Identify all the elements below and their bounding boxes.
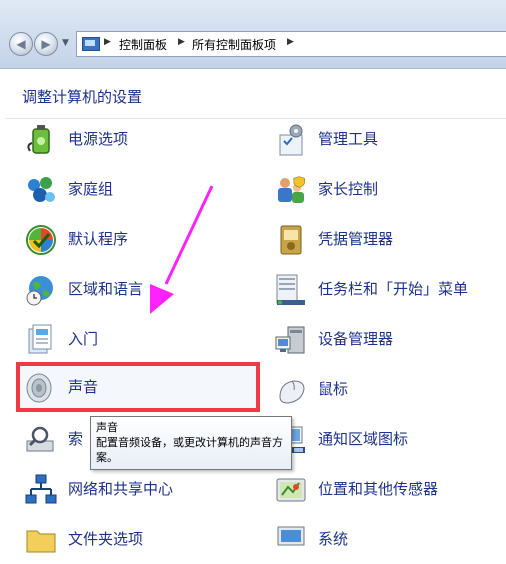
sound-tooltip: 声音 配置音频设备，或更改计算机的声音方案。 — [90, 416, 292, 470]
tooltip-body: 配置音频设备，或更改计算机的声音方案。 — [96, 436, 283, 464]
item-label: 管理工具 — [318, 130, 379, 148]
item-label: 电源选项 — [68, 130, 129, 148]
arrow-head — [150, 284, 174, 314]
default-programs-icon — [26, 225, 56, 255]
parental-controls-icon — [278, 176, 305, 203]
breadcrumb-control-panel[interactable]: 控制面板 — [119, 36, 167, 53]
location-sensors-icon — [276, 478, 306, 502]
taskbar-icon — [276, 274, 305, 305]
item-label: 凭据管理器 — [318, 230, 394, 248]
device-manager-icon — [275, 326, 305, 354]
network-icon — [25, 474, 57, 504]
item-label: 家长控制 — [318, 180, 379, 198]
item-label: 任务栏和「开始」菜单 — [318, 280, 469, 298]
address-toolbar: ◀ ▶ ▼ ▶ 控制面板 ▶ 所有控制面板项 ▶ — [0, 0, 506, 69]
item-label: 索 — [68, 430, 84, 448]
recent-pages-dropdown-icon[interactable]: ▼ — [62, 38, 69, 48]
item-label: 网络和共享中心 — [68, 480, 174, 498]
item-label: 鼠标 — [318, 380, 349, 398]
tooltip-title: 声音 — [96, 421, 118, 434]
admin-tools-icon — [279, 124, 303, 156]
item-label: 设备管理器 — [318, 330, 394, 348]
credential-manager-icon — [280, 225, 302, 255]
item-label: 家庭组 — [68, 180, 114, 198]
item-label: 声音 — [68, 378, 99, 396]
item-label: 系统 — [318, 530, 349, 548]
system-icon — [277, 526, 305, 546]
indexing-icon — [26, 426, 54, 452]
power-options-icon — [27, 125, 50, 154]
page-heading: 调整计算机的设置 — [22, 88, 143, 106]
arrow-shaft — [164, 185, 214, 285]
item-label: 通知区域图标 — [318, 430, 409, 448]
mouse-icon — [279, 380, 305, 404]
item-label: 区域和语言 — [68, 280, 144, 298]
item-label: 入门 — [68, 330, 99, 348]
control-panel-icon — [82, 37, 100, 51]
region-language-icon — [26, 276, 53, 306]
breadcrumb-separator-icon[interactable]: ▶ — [178, 37, 185, 47]
back-button[interactable]: ◀ — [9, 32, 33, 56]
homegroup-icon — [28, 177, 55, 202]
address-bar[interactable]: ▶ 控制面板 ▶ 所有控制面板项 ▶ — [76, 31, 506, 57]
item-label: 文件夹选项 — [68, 530, 144, 548]
divider — [6, 118, 506, 119]
speaker-icon — [26, 373, 52, 403]
breadcrumb-separator-icon[interactable]: ▶ — [104, 37, 111, 47]
getting-started-icon — [28, 324, 52, 354]
item-label: 默认程序 — [68, 230, 129, 248]
folder-options-icon — [26, 530, 56, 553]
forward-button[interactable]: ▶ — [34, 32, 58, 56]
breadcrumb-all-items[interactable]: 所有控制面板项 — [192, 36, 276, 53]
item-label: 位置和其他传感器 — [318, 480, 439, 498]
breadcrumb-separator-icon[interactable]: ▶ — [287, 37, 294, 47]
